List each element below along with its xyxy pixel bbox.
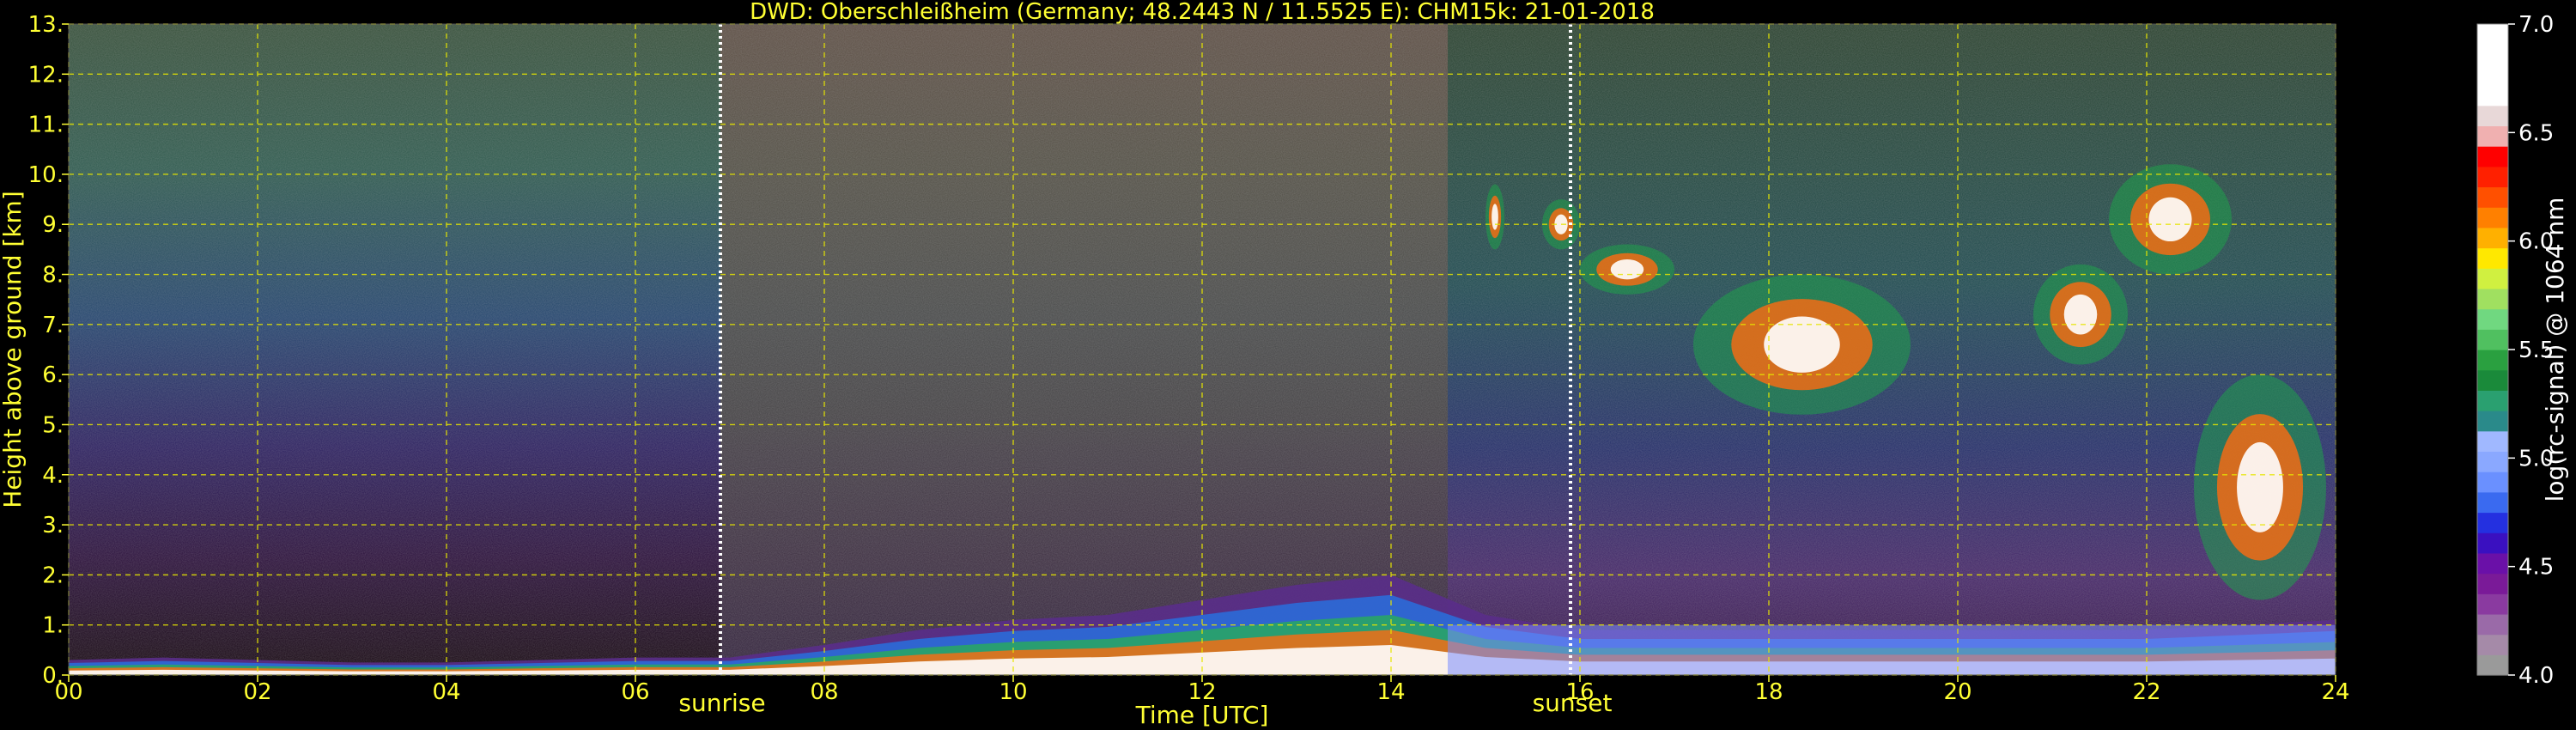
colorbar-segment [2477, 44, 2508, 65]
colorbar-segment [2477, 512, 2508, 533]
x-tick-label: 22 [2132, 679, 2160, 705]
x-tick-label: 14 [1376, 679, 1405, 705]
x-tick-label: 04 [432, 679, 460, 705]
cirrus-cloud-peak [2063, 294, 2098, 335]
chart-title: DWD: Oberschleißheim (Germany; 48.2443 N… [750, 0, 1655, 25]
x-tick-label: 06 [621, 679, 649, 705]
cirrus-cloud-peak [2148, 197, 2192, 242]
y-tick-label: 5. [42, 412, 64, 438]
x-tick-label: 24 [2321, 679, 2349, 705]
lidar-backscatter-chart: sunrise sunset 00 02 04 06 08 10 12 14 16 18 20 22 24… [0, 0, 2569, 729]
colorbar-segment [2477, 350, 2508, 371]
colorbar-label: log(rc-signal) @ 1064 nm [2541, 198, 2569, 502]
y-tick-label: 0. [42, 663, 64, 689]
colorbar-segment [2477, 573, 2508, 594]
x-tick-label: 02 [243, 679, 271, 705]
colorbar-segment [2477, 451, 2508, 472]
y-tick-label: 11. [28, 113, 64, 138]
colorbar-segment [2477, 532, 2508, 554]
y-tick-label: 2. [42, 563, 64, 588]
colorbar-tick-label: 4.0 [2518, 663, 2554, 689]
colorbar-segment [2477, 85, 2508, 106]
evening-low-layer [1448, 624, 2336, 675]
colorbar-segment [2477, 613, 2508, 636]
colorbar-segment [2477, 308, 2508, 330]
colorbar-segment [2477, 24, 2508, 46]
colorbar-segment [2477, 390, 2508, 411]
x-tick-label: 10 [999, 679, 1027, 705]
colorbar-segment [2477, 430, 2508, 453]
cirrus-cloud-peak [1610, 259, 1644, 280]
y-tick-label: 10. [28, 162, 64, 188]
colorbar-segment [2477, 247, 2508, 269]
colorbar-segment [2477, 411, 2508, 432]
sunrise-label: sunrise [678, 689, 765, 717]
y-tick-label: 8. [42, 263, 64, 289]
y-axis-ticks: 0. 1. 2. 3. 4. 5. 6. 7. 8. 9. 10. 11. 12. 13. [28, 12, 69, 689]
y-tick-label: 7. [42, 313, 64, 338]
colorbar-segment [2477, 471, 2508, 493]
cirrus-cloud-peak [2237, 441, 2283, 532]
colorbar-segment [2477, 125, 2508, 147]
colorbar-segment [2477, 166, 2508, 188]
y-tick-label: 13. [28, 12, 64, 38]
colorbar-segment [2477, 369, 2508, 391]
colorbar-tick-label: 6.5 [2518, 120, 2554, 146]
colorbar-segment [2477, 227, 2508, 249]
colorbar-segment [2477, 634, 2508, 655]
colorbar-segment [2477, 146, 2508, 167]
y-tick-label: 1. [42, 613, 64, 639]
x-tick-label: 16 [1565, 679, 1594, 705]
colorbar-segment [2477, 105, 2508, 127]
y-tick-label: 4. [42, 463, 64, 489]
x-tick-label: 20 [1943, 679, 1971, 705]
colorbar-segment [2477, 593, 2508, 615]
x-tick-label: 08 [810, 679, 838, 705]
colorbar-segment [2477, 491, 2508, 514]
y-tick-label: 6. [42, 362, 64, 388]
y-tick-label: 3. [42, 513, 64, 538]
x-tick-label: 18 [1754, 679, 1783, 705]
colorbar-segment [2477, 64, 2508, 86]
colorbar-tick-label: 4.5 [2518, 555, 2554, 581]
cirrus-cloud-peak [1492, 204, 1498, 230]
y-axis-label: Height above ground [km] [0, 191, 27, 508]
colorbar-segment [2477, 288, 2508, 310]
colorbar-tick-label: 7.0 [2518, 12, 2554, 38]
colorbar-segment [2477, 268, 2508, 289]
colorbar-segment [2477, 207, 2508, 228]
x-axis-label: Time [UTC] [1135, 701, 1269, 729]
y-tick-label: 9. [42, 212, 64, 238]
colorbar-segment [2477, 186, 2508, 208]
colorbar-segment [2477, 329, 2508, 350]
colorbar-segment [2477, 654, 2508, 676]
colorbar-segment [2477, 552, 2508, 575]
y-tick-label: 12. [28, 62, 64, 88]
